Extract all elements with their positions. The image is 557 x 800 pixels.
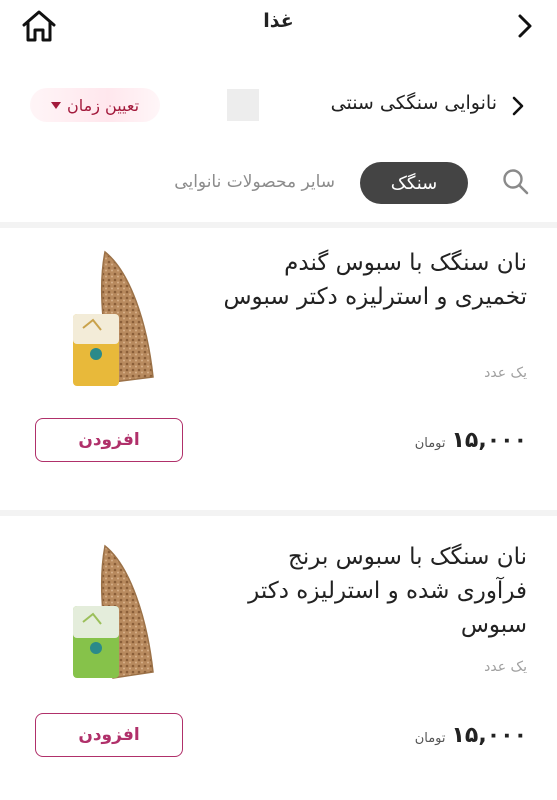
product-title: نان سنگک با سبوس گندم تخمیری و استرلیزه … bbox=[223, 250, 527, 310]
product-image bbox=[35, 242, 185, 392]
price-value: ۱۵,۰۰۰ bbox=[451, 428, 528, 453]
product-unit: یک عدد bbox=[484, 659, 527, 675]
product-price: ۱۵,۰۰۰ تومان bbox=[415, 723, 527, 748]
product-card: نان سنگک با سبوس برنج فرآوری شده و استرل… bbox=[0, 516, 557, 796]
page-title: غذا bbox=[263, 10, 294, 32]
tab-sangak[interactable]: سنگک bbox=[360, 162, 468, 204]
product-card: نان سنگک با سبوس گندم تخمیری و استرلیزه … bbox=[0, 228, 557, 508]
product-image bbox=[35, 538, 185, 688]
add-to-cart-button[interactable]: افزودن bbox=[35, 418, 183, 462]
shop-logo bbox=[227, 89, 259, 121]
shop-open-button[interactable] bbox=[507, 94, 529, 118]
shop-header: تعیین زمان نانوایی سنگکی سنتی bbox=[0, 80, 557, 130]
product-unit: یک عدد bbox=[484, 365, 527, 381]
category-tabs: سنگک سایر محصولات نانوایی bbox=[0, 158, 557, 208]
set-time-button[interactable]: تعیین زمان bbox=[30, 88, 160, 122]
add-to-cart-button[interactable]: افزودن bbox=[35, 713, 183, 757]
search-button[interactable] bbox=[500, 166, 532, 198]
shop-name[interactable]: نانوایی سنگکی سنتی bbox=[331, 92, 497, 114]
tab-other-bakery-products[interactable]: سایر محصولات نانوایی bbox=[174, 172, 335, 192]
chevron-right-icon bbox=[512, 96, 524, 116]
top-bar: غذا bbox=[0, 0, 557, 50]
price-currency: تومان bbox=[414, 436, 446, 451]
price-currency: تومان bbox=[414, 731, 446, 746]
product-price: ۱۵,۰۰۰ تومان bbox=[415, 428, 527, 453]
caret-down-icon bbox=[51, 101, 61, 109]
price-value: ۱۵,۰۰۰ bbox=[451, 723, 528, 748]
set-time-label: تعیین زمان bbox=[67, 95, 140, 115]
product-title: نان سنگک با سبوس برنج فرآوری شده و استرل… bbox=[248, 544, 527, 638]
search-icon bbox=[503, 169, 529, 195]
chevron-right-icon bbox=[518, 14, 532, 38]
back-button[interactable] bbox=[510, 10, 540, 42]
